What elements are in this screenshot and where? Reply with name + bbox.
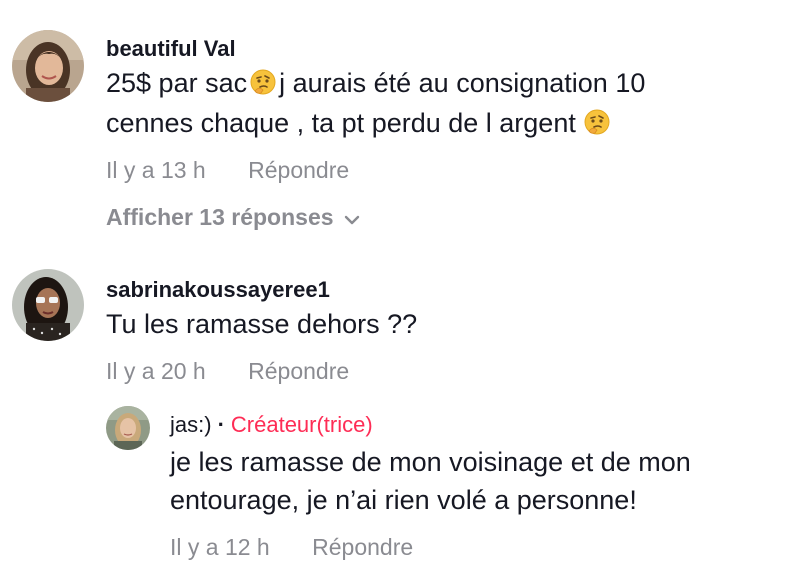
avatar-image (106, 406, 150, 450)
comment-text-part: 25$ par sac (106, 68, 248, 98)
view-replies-label: Afficher 13 réponses (106, 204, 334, 230)
comment-timestamp: Il y a 20 h (106, 358, 206, 384)
reply-text: je les ramasse de mon voisinage et de mo… (170, 447, 691, 477)
comment-text-part: j aurais été au consignation 10 (279, 68, 646, 98)
comment-meta: Il y a 20 h Répondre (106, 358, 349, 385)
creator-badge: Créateur(trice) (230, 412, 373, 437)
comment-text: 25$ par sac j aurais été au consignation… (106, 64, 645, 102)
view-replies-button[interactable]: Afficher 13 réponses (106, 204, 360, 232)
avatar[interactable] (12, 269, 84, 341)
avatar-image (12, 30, 84, 102)
comment-text: cennes chaque , ta pt perdu de l argent (106, 104, 613, 142)
comment-username[interactable]: sabrinakoussayeree1 (106, 277, 330, 303)
reply-timestamp: Il y a 12 h (170, 534, 270, 560)
reply-text: entourage, je n’ai rien volé a personne! (170, 485, 637, 515)
comment-username[interactable]: beautiful Val (106, 36, 236, 62)
comment-meta: Il y a 13 h Répondre (106, 157, 349, 184)
reply-button[interactable]: Répondre (312, 534, 413, 561)
thinking-face-icon (250, 67, 276, 95)
reply-username[interactable]: jas:) (170, 412, 212, 437)
avatar-image (12, 269, 84, 341)
reply-button[interactable]: Répondre (248, 157, 349, 184)
comment-timestamp: Il y a 13 h (106, 157, 206, 183)
reply-button[interactable]: Répondre (248, 358, 349, 385)
chevron-down-icon (344, 205, 360, 232)
comment-text: Tu les ramasse dehors ?? (106, 309, 418, 339)
thinking-face-icon (584, 107, 610, 135)
reply-meta: Il y a 12 h Répondre (170, 534, 413, 561)
avatar[interactable] (12, 30, 84, 102)
comment-text-part: cennes chaque , ta pt perdu de l argent (106, 108, 576, 138)
avatar[interactable] (106, 406, 150, 450)
separator-dot: · (217, 412, 225, 437)
reply-author-line: jas:) · Créateur(trice) (170, 412, 373, 438)
